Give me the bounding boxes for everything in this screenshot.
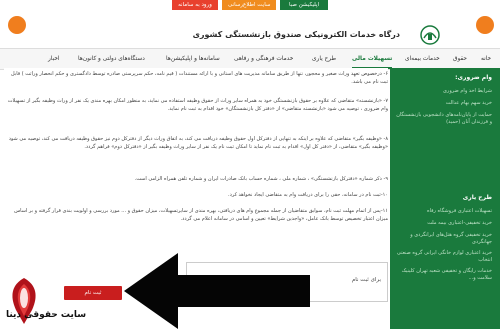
register-button[interactable]: ثبت نام xyxy=(64,286,122,300)
sidebar-link[interactable]: خرید تخفیفی-اعتباری بیمه ملت xyxy=(396,220,492,227)
login-button[interactable]: ورود به سامانه xyxy=(172,0,218,10)
site-title: درگاه خدمات الکترونیکی صندوق بازنشستگی ک… xyxy=(192,30,400,39)
orange-logo-icon[interactable] xyxy=(476,16,494,34)
saba-app-button[interactable]: اپلیکیشن صبا xyxy=(280,0,328,10)
sidebar-heading: طرح یاری xyxy=(462,194,492,201)
nav-item-home[interactable]: خانه xyxy=(481,49,491,69)
sidebar: وام ضروری: شرایط اخذ وام ضروری خرید سهم … xyxy=(390,68,500,329)
sidebar-heading: وام ضروری: xyxy=(455,74,492,81)
nav-item-news[interactable]: اخبار xyxy=(48,49,60,69)
registration-box-text: برای ثبت نام xyxy=(351,277,381,283)
sidebar-link[interactable]: شرایط اخذ وام ضروری xyxy=(396,88,492,95)
main-nav: خانه حقوق خدمات بیمه‌ای تسهیلات مالی طرح… xyxy=(0,48,500,70)
rule-paragraph: ۹- ذکر شماره «دفترکل بازنشستگی» ، شماره … xyxy=(134,176,388,182)
nav-item-salary[interactable]: حقوق xyxy=(453,49,467,69)
rule-paragraph: ۷- «بازنشسته» متقاضی که علاوه بر حقوق با… xyxy=(7,98,388,112)
watermark-logo-icon xyxy=(12,278,36,324)
rule-paragraph: ۶- درخصوص تعهد وراث صغیر و محجور، تنها ا… xyxy=(11,71,388,85)
rule-paragraph: ۱۰-ثبت نام در سامانه، حقی را برای دریافت… xyxy=(228,192,388,198)
arrow-left-icon xyxy=(124,253,310,329)
sidebar-link[interactable]: حمایت از پایان‌نامه‌های دانشجویی بازنشست… xyxy=(396,112,492,126)
info-site-button[interactable]: سایت اطلاع‌رسانی xyxy=(222,0,276,10)
watermark-text: سایت حقوقی دینا xyxy=(6,310,87,320)
sidebar-link[interactable]: خدمات رایگان و تخفیفی شعبه تهران کلینیک … xyxy=(396,268,492,282)
orange-logo-icon[interactable] xyxy=(8,16,26,34)
sidebar-link[interactable]: تسهیلات اعتباری فروشگاه رفاه xyxy=(396,208,492,215)
nav-item-financial-facilities[interactable]: تسهیلات مالی xyxy=(352,49,393,69)
top-utility-bar: ورود به سامانه سایت اطلاع‌رسانی اپلیکیشن… xyxy=(0,0,500,10)
rule-paragraph: ۱۱-پس از اتمام مهلت ثبت نام، سوابق متقاض… xyxy=(14,208,388,222)
nav-item-systems-apps[interactable]: سامانه‌ها و اپلیکیشن‌ها xyxy=(166,49,220,69)
pension-fund-emblem-icon xyxy=(420,25,440,45)
nav-item-yari-plan[interactable]: طرح یاری xyxy=(312,49,336,69)
nav-item-insurance[interactable]: خدمات بیمه‌ای xyxy=(405,49,440,69)
sidebar-link[interactable]: خرید اعتباری لوازم خانگی ایرانی گروه صنع… xyxy=(396,250,492,264)
sidebar-link[interactable]: خرید تخفیفی گروه هتل‌های ایرانگردی و جها… xyxy=(396,232,492,246)
nav-item-govt-agencies[interactable]: دستگاه‌های دولتی و کانون‌ها xyxy=(78,49,145,69)
sidebar-link[interactable]: خرید سهم بهام عدالت xyxy=(396,100,492,107)
site-header: درگاه خدمات الکترونیکی صندوق بازنشستگی ک… xyxy=(0,10,500,48)
rule-paragraph: ۸- «وظیفه بگیر» متقاضی که علاوه بر اینکه… xyxy=(8,136,388,150)
nav-item-cultural-services[interactable]: خدمات فرهنگی و رفاهی xyxy=(234,49,293,69)
